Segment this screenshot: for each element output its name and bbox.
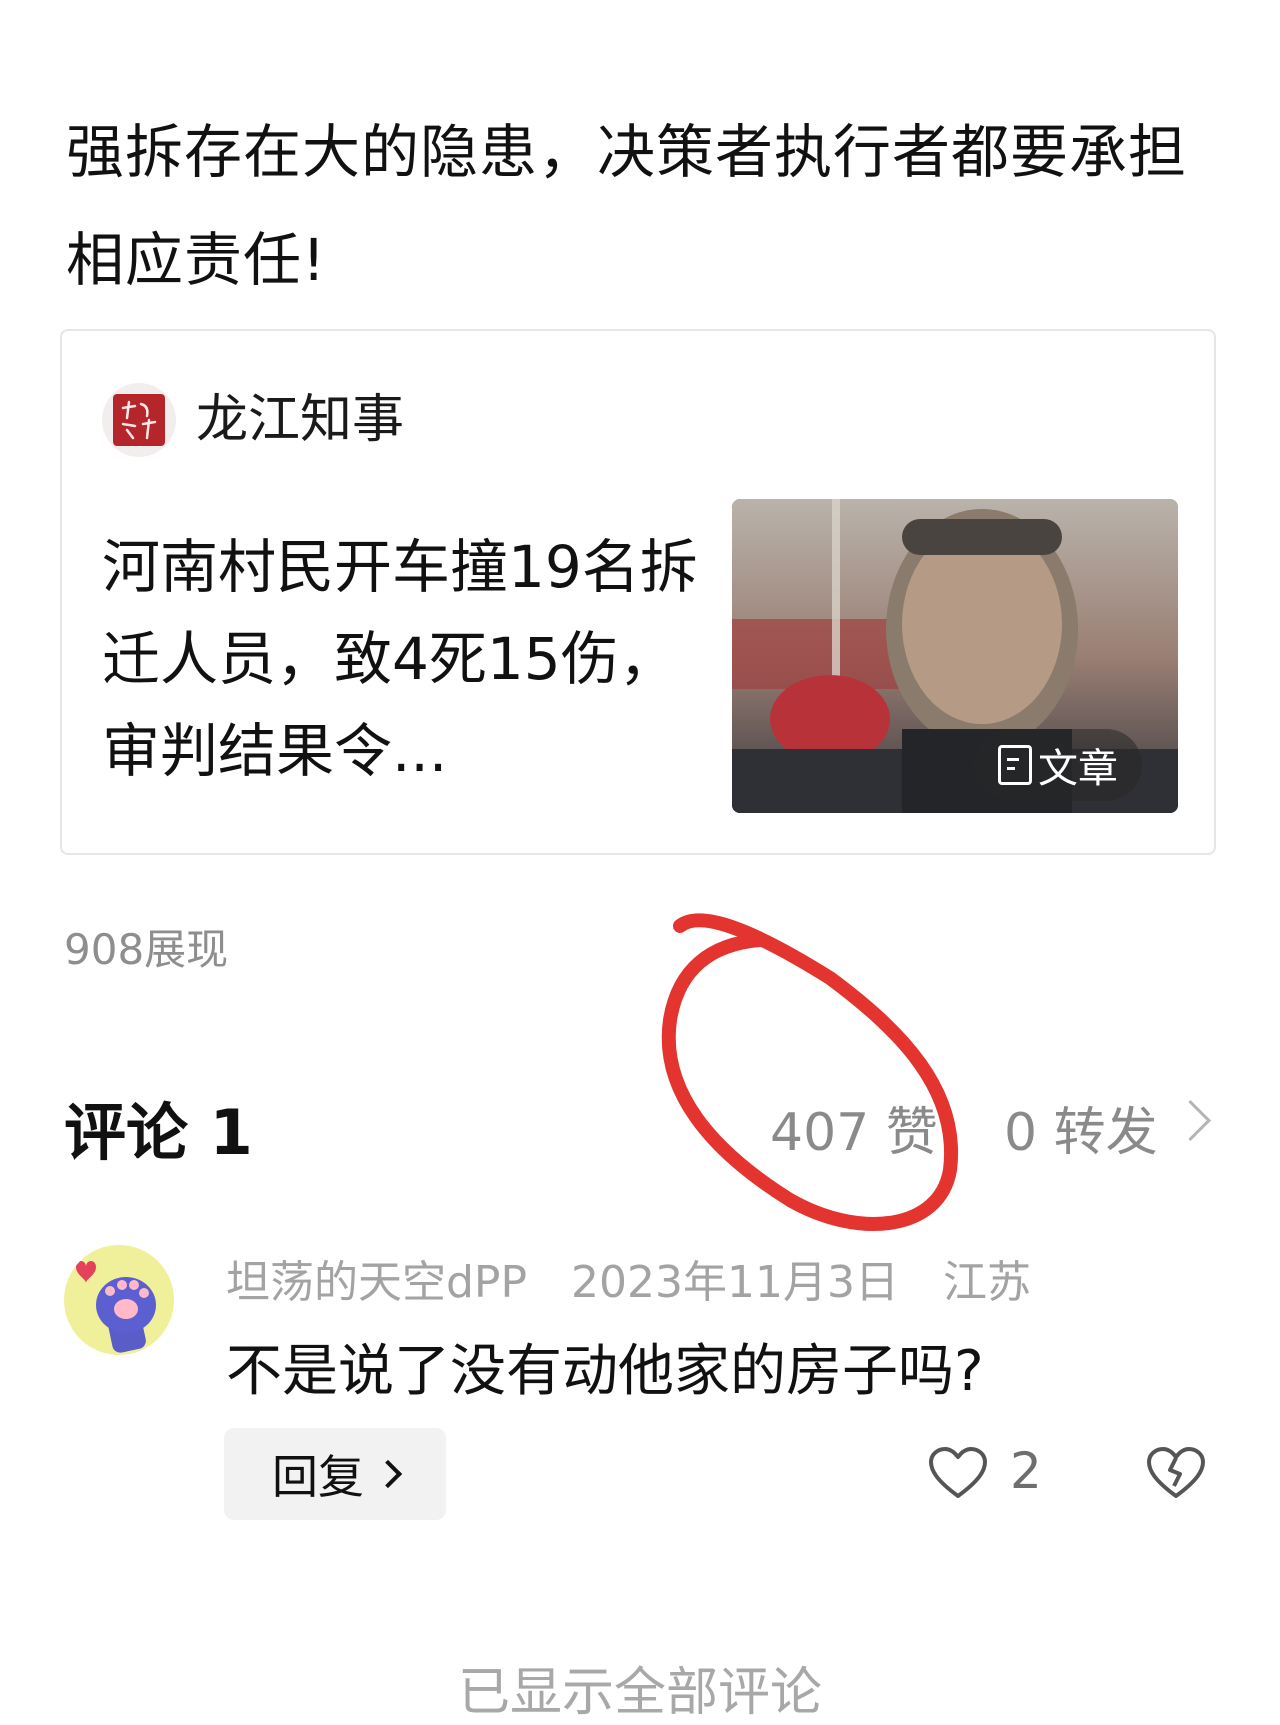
comment-like-count: 2 [1010, 1442, 1042, 1500]
comment-username[interactable]: 坦荡的天空dPP [226, 1257, 527, 1308]
view-count: 908展现 [64, 925, 229, 974]
share-count[interactable]: 0 转发 [1004, 1090, 1158, 1165]
reply-label: 回复 [272, 1450, 364, 1504]
seal-icon [113, 394, 165, 446]
article-thumbnail[interactable]: 文章 [732, 499, 1178, 813]
shared-article-card[interactable]: 龙江知事 河南村民开车撞19名拆迁人员，致4死15伤，审判结果令... 文章 [60, 329, 1216, 855]
red-circle-annotation [661, 913, 959, 1231]
article-title[interactable]: 河南村民开车撞19名拆迁人员，致4死15伤，审判结果令... [102, 521, 702, 797]
comments-title: 评论 1 [64, 1096, 253, 1169]
comment-location: 江苏 [942, 1257, 1031, 1308]
source-logo [102, 383, 176, 457]
badge-label: 文章 [1038, 746, 1118, 792]
broken-heart-icon[interactable] [1146, 1446, 1206, 1500]
all-comments-shown: 已显示全部评论 [457, 1663, 822, 1723]
comment-date: 2023年11月3日 [571, 1257, 899, 1308]
article-type-badge: 文章 [974, 729, 1142, 801]
comment-text: 不是说了没有动他家的房子吗? [226, 1339, 984, 1404]
like-count[interactable]: 407 赞 [770, 1090, 938, 1165]
avatar[interactable] [64, 1245, 174, 1355]
heart-icon[interactable] [928, 1446, 988, 1500]
document-icon [998, 745, 1032, 785]
comment-meta: 坦荡的天空dPP 2023年11月3日 江苏 [226, 1246, 1061, 1310]
chevron-right-icon[interactable] [1169, 1099, 1212, 1142]
source-name[interactable]: 龙江知事 [196, 385, 404, 455]
reply-button[interactable]: 回复 [224, 1428, 446, 1520]
chevron-right-icon [373, 1459, 403, 1489]
post-text: 强拆存在大的隐患，决策者执行者都要承担相应责任! [66, 118, 1188, 294]
